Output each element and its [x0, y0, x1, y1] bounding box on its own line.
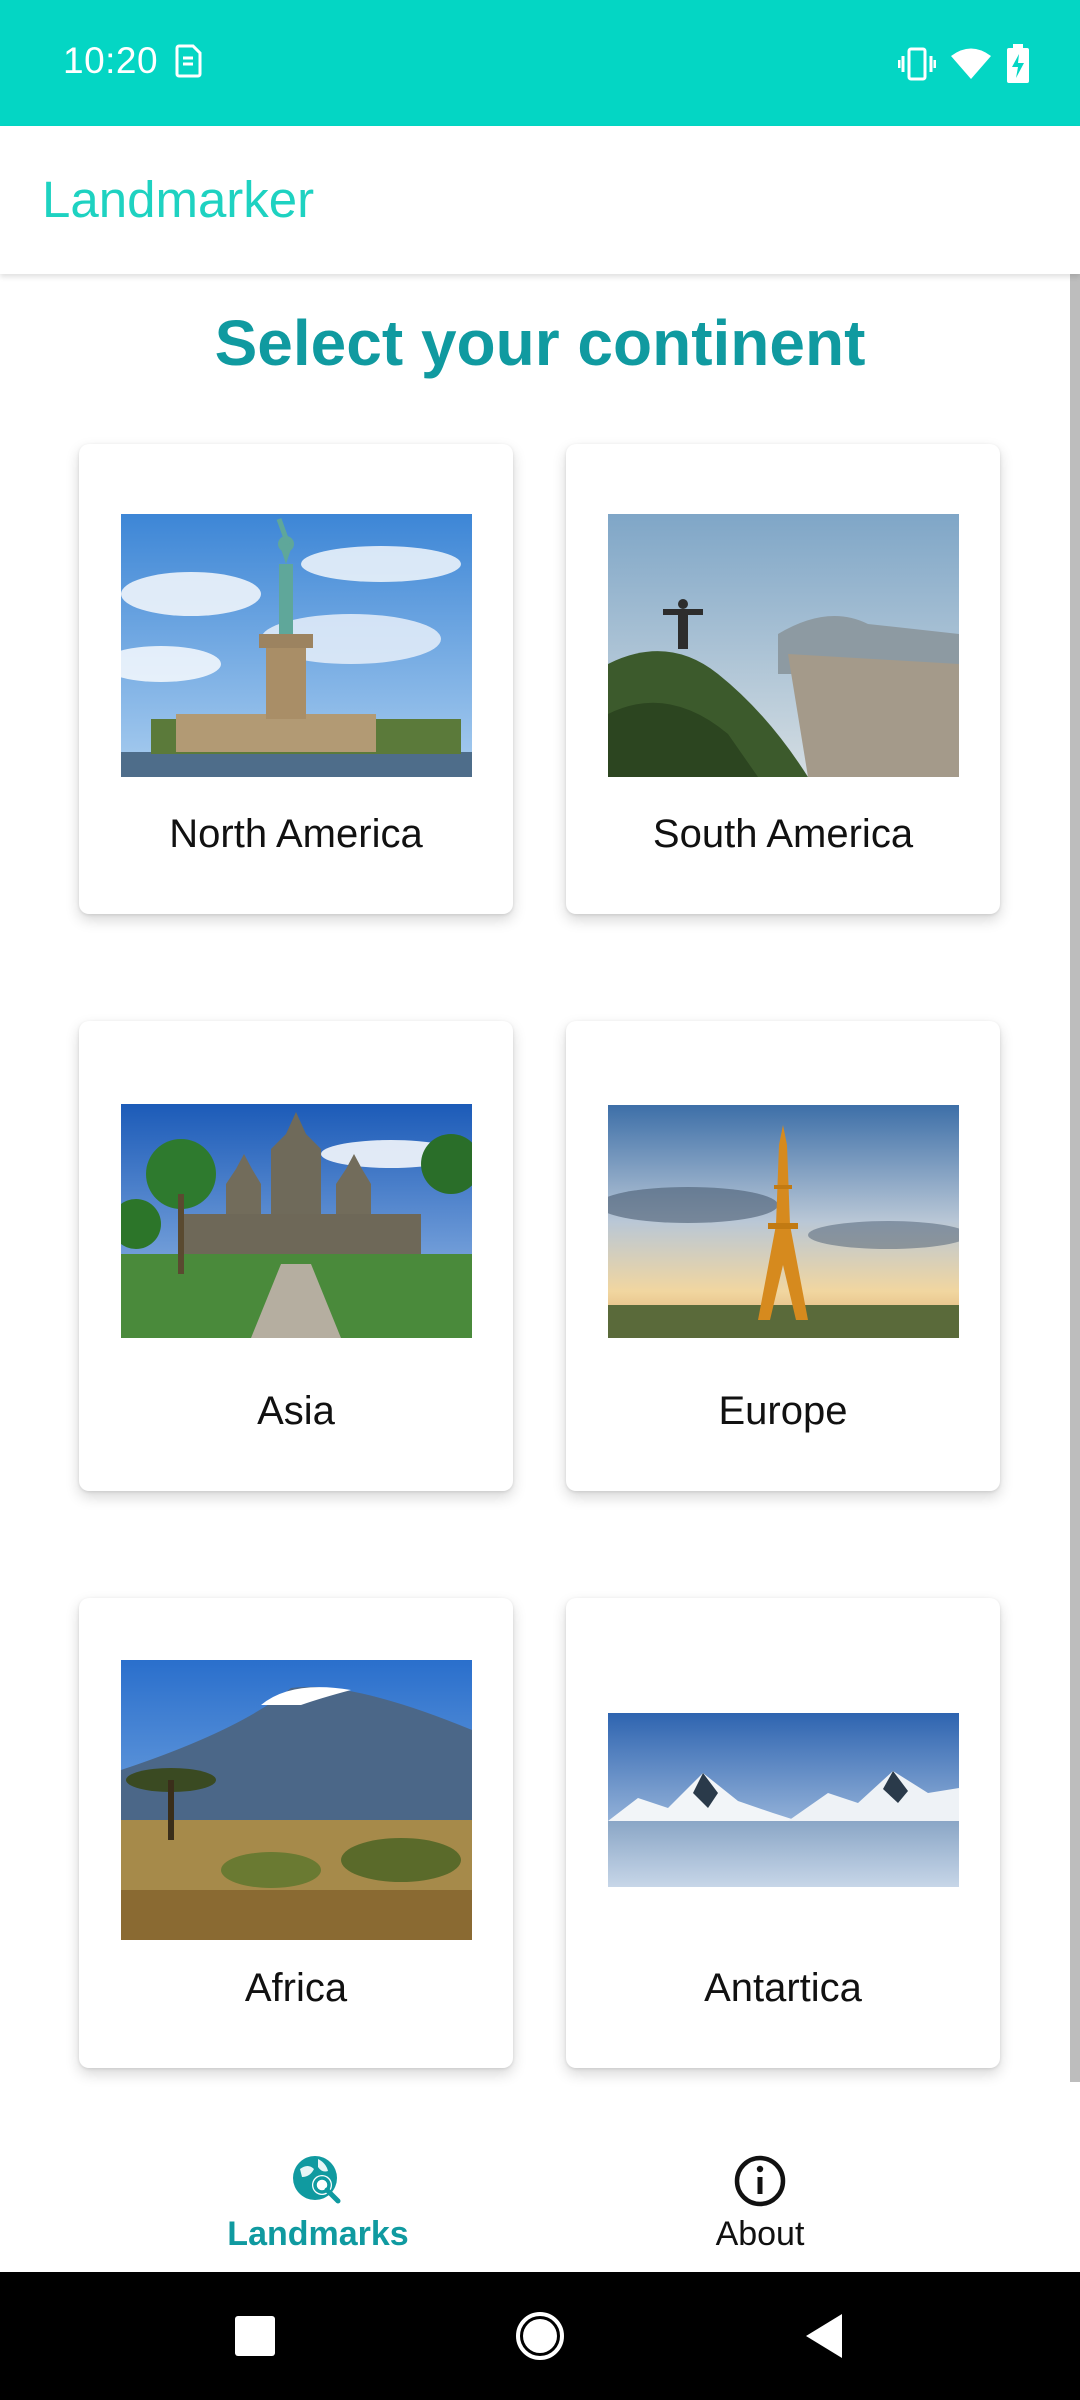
continent-label: Antartica	[704, 1966, 862, 2010]
kilimanjaro-image	[121, 1660, 472, 1940]
page-heading: Select your continent	[214, 307, 866, 379]
status-time: 10:20	[63, 40, 159, 81]
nav-item-about[interactable]: About	[490, 2087, 1030, 2272]
status-bar: 10:20	[0, 0, 1080, 126]
wifi-icon	[951, 48, 991, 79]
screen: 10:20 Landmarker Select your continent N…	[0, 0, 1080, 2400]
vibrate-icon	[898, 47, 936, 81]
globe-search-icon	[293, 2156, 341, 2204]
continent-card-africa[interactable]: Africa	[79, 1598, 513, 2068]
continent-card-asia[interactable]: Asia	[79, 1021, 513, 1491]
scrollbar[interactable]	[1070, 274, 1080, 2082]
continent-label: North America	[169, 812, 423, 856]
eiffel-tower-image	[608, 1105, 959, 1338]
nav-label-about: About	[715, 2215, 805, 2253]
antarctic-mountains-image	[608, 1713, 959, 1887]
app-bar: Landmarker	[0, 126, 1080, 274]
status-icons	[898, 44, 1030, 84]
continent-card-europe[interactable]: Europe	[566, 1021, 1000, 1491]
continent-card-north-america[interactable]: North America	[79, 444, 513, 914]
home-button[interactable]	[506, 2302, 574, 2370]
continent-label: Africa	[244, 1966, 348, 2010]
recents-button[interactable]	[221, 2302, 289, 2370]
christ-the-redeemer-image	[608, 514, 959, 777]
statue-of-liberty-image	[121, 514, 472, 777]
system-navigation-bar	[0, 2272, 1080, 2400]
continent-label: South America	[652, 812, 914, 856]
continent-label: Europe	[718, 1389, 848, 1433]
continent-card-south-america[interactable]: South America	[566, 444, 1000, 914]
continent-label: Asia	[257, 1389, 335, 1433]
sim-card-icon	[175, 44, 202, 78]
bottom-navigation: Landmarks About	[0, 2087, 1080, 2272]
back-button[interactable]	[790, 2302, 858, 2370]
angkor-wat-image	[121, 1104, 472, 1338]
info-icon	[734, 2155, 786, 2207]
battery-charging-icon	[1007, 44, 1029, 83]
continent-card-antartica[interactable]: Antartica	[566, 1598, 1000, 2068]
app-title: Landmarker	[42, 171, 315, 228]
